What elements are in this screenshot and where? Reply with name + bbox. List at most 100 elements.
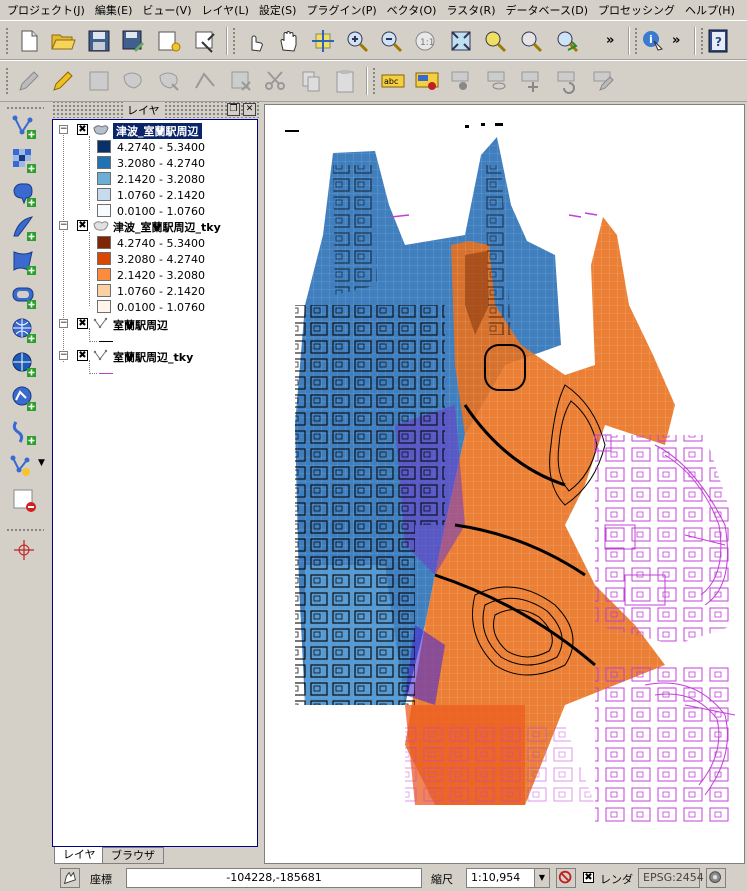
menu-plugins[interactable]: プラグイン(P) [301,2,381,18]
menu-raster[interactable]: ラスタ(R) [441,2,500,18]
add-wfs-layer-icon[interactable] [10,384,38,412]
toolbar-grip[interactable] [5,27,9,55]
pin-labels-icon[interactable] [448,68,474,94]
collapse-icon[interactable]: − [59,319,68,328]
layer-visibility-checkbox[interactable]: ✖ [77,124,88,135]
pan-to-selection-icon[interactable] [310,28,336,54]
zoom-out-icon[interactable] [378,28,404,54]
float-panel-icon[interactable]: ❐ [227,103,240,116]
delete-selected-icon[interactable] [228,68,254,94]
add-delimited-text-layer-icon[interactable] [10,418,38,446]
toolbar-grip[interactable] [372,67,376,95]
layer-row[interactable]: − ✖ 室蘭駅周辺_tky [53,348,257,364]
menu-view[interactable]: ビュー(V) [137,2,196,18]
layer-name[interactable]: 室蘭駅周辺_tky [113,349,193,365]
zoom-full-icon[interactable] [448,28,474,54]
zoom-actual-icon[interactable]: 1:1 [412,28,438,54]
toolbar-grip[interactable] [634,27,638,55]
save-as-icon[interactable] [120,28,146,54]
collapse-icon[interactable]: − [59,221,68,230]
tab-layers[interactable]: レイヤ [54,847,105,864]
menu-layer[interactable]: レイヤ(L) [196,2,253,18]
layer-row[interactable]: − ✖ 津波_室蘭駅周辺_tky [53,218,257,234]
toolbar-grip[interactable] [6,528,44,532]
layer-labeling-icon[interactable] [414,68,440,94]
toggle-editing-icon[interactable] [50,68,76,94]
add-feature-icon[interactable] [120,68,146,94]
zoom-to-selection-icon[interactable] [518,28,544,54]
new-print-composer-icon[interactable] [156,28,182,54]
render-checkbox[interactable]: ✖ [583,872,594,883]
message-log-icon[interactable] [706,868,726,888]
crosshair-icon[interactable] [10,536,38,564]
layer-name[interactable]: 津波_室蘭駅周辺_tky [113,219,221,235]
collapse-icon[interactable]: − [59,351,68,360]
add-wcs-layer-icon[interactable] [10,350,38,378]
save-project-icon[interactable] [86,28,112,54]
menu-edit[interactable]: 編集(E) [90,2,138,18]
layer-row[interactable]: − ✖ 津波_室蘭駅周辺 [53,122,257,139]
help-icon[interactable]: ? [706,28,732,54]
collapse-icon[interactable]: − [59,125,68,134]
scale-combobox[interactable]: 1:10,954 ▼ [466,868,550,888]
tab-browser[interactable]: ブラウザ [102,847,164,864]
menu-database[interactable]: データベース(D) [501,2,594,18]
add-vector-layer-icon[interactable] [10,112,38,140]
node-tool-icon[interactable] [192,68,218,94]
crs-button[interactable]: EPSG:2454 [638,868,704,888]
open-project-icon[interactable] [50,28,76,54]
new-shapefile-layer-icon[interactable] [10,452,38,480]
dropdown-arrow-icon[interactable]: ▼ [534,869,549,887]
edit-pencil-icon[interactable] [16,68,42,94]
move-label-icon[interactable] [518,68,544,94]
menu-processing[interactable]: プロセッシング [593,2,680,18]
stop-render-icon[interactable] [556,868,576,888]
close-panel-icon[interactable]: ✕ [243,103,256,116]
coordinate-field[interactable]: -104228,-185681 [126,868,422,888]
new-project-icon[interactable] [16,28,42,54]
menu-project[interactable]: プロジェクト(J) [2,2,90,18]
pan-icon[interactable] [276,28,302,54]
rotate-label-icon[interactable] [554,68,580,94]
zoom-to-layer-icon[interactable] [482,28,508,54]
layer-name[interactable]: 津波_室蘭駅周辺 [113,123,202,139]
layers-panel-titlebar[interactable]: レイヤ ❐ ✕ [52,102,260,118]
paste-features-icon[interactable] [332,68,358,94]
toolbar-more-icon[interactable]: » [672,33,680,48]
identify-icon[interactable]: i [640,28,666,54]
zoom-last-icon[interactable] [554,28,580,54]
remove-layer-icon[interactable] [10,486,38,514]
toolbar-grip[interactable] [232,27,236,55]
toolbar-grip[interactable] [6,106,44,110]
layer-visibility-checkbox[interactable]: ✖ [77,220,88,231]
label-tool-icon[interactable]: abc [380,68,406,94]
dropdown-arrow-icon[interactable]: ▼ [38,458,45,468]
toolbar-more-icon[interactable]: » [606,33,614,48]
menu-help[interactable]: ヘルプ(H) [680,2,740,18]
layer-name[interactable]: 室蘭駅周辺 [113,317,168,333]
touch-zoom-icon[interactable] [242,28,268,54]
toolbar-grip[interactable] [5,67,9,95]
cut-features-icon[interactable] [262,68,288,94]
layer-row[interactable]: − ✖ 室蘭駅周辺 [53,316,257,332]
copy-features-icon[interactable] [298,68,324,94]
toolbar-grip[interactable] [700,27,704,55]
save-edits-icon[interactable] [86,68,112,94]
add-wms-layer-icon[interactable] [10,316,38,344]
menu-vector[interactable]: ベクタ(O) [382,2,442,18]
map-canvas[interactable] [264,104,745,864]
coordinate-toggle-icon[interactable] [60,868,80,888]
zoom-in-icon[interactable] [344,28,370,54]
layer-tree[interactable]: − ✖ 津波_室蘭駅周辺 4.2740 - 5.3400 3.2080 - 4.… [52,119,258,847]
layer-visibility-checkbox[interactable]: ✖ [77,318,88,329]
add-postgis-layer-icon[interactable] [10,180,38,208]
add-raster-layer-icon[interactable] [10,146,38,174]
composer-manager-icon[interactable] [192,28,218,54]
menu-settings[interactable]: 設定(S) [254,2,302,18]
add-oracle-layer-icon[interactable] [10,282,38,310]
add-mssql-layer-icon[interactable] [10,248,38,276]
change-label-icon[interactable] [590,68,616,94]
layer-visibility-checkbox[interactable]: ✖ [77,350,88,361]
move-feature-icon[interactable] [156,68,182,94]
add-spatialite-layer-icon[interactable] [10,214,38,242]
